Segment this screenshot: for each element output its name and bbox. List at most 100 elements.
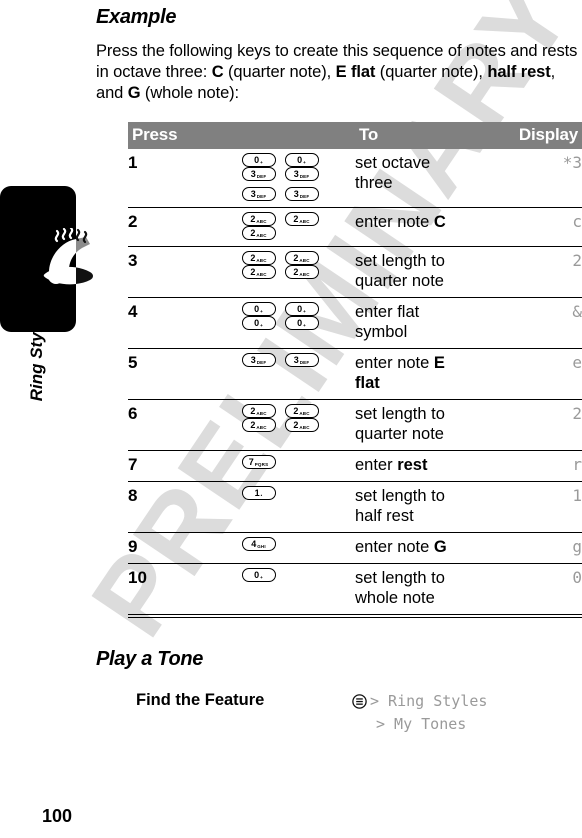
step-description: enter note C (355, 207, 469, 247)
key-sublabel: ABC (299, 258, 310, 263)
key-sublabel: ABC (299, 219, 310, 224)
key-sequence: 2ABC 2ABC2ABC (241, 207, 355, 247)
keypad-key-3-icon: 3DEF (284, 353, 319, 367)
step-description: set length to quarter note (355, 399, 469, 451)
key-sublabel: ABC (256, 272, 267, 277)
display-value: 2 (468, 399, 582, 451)
table-row: 2 2ABC 2ABC2ABC enter note Cc (128, 207, 582, 247)
key-sublabel: ABC (256, 425, 267, 430)
column-header-to: To (355, 122, 469, 149)
keypad-key-2-icon: 2ABC (241, 418, 276, 432)
key-digit: 0 (254, 155, 260, 165)
intro-emphasis: half rest (487, 63, 551, 81)
key-sublabel: DEF (256, 360, 267, 365)
step-number: 8 (128, 481, 242, 533)
table-row: 10 0+ set length to whole note 0 (128, 563, 582, 618)
key-sublabel: ABC (256, 219, 267, 224)
key-digit: 0 (297, 318, 303, 328)
intro-text: (whole note): (140, 84, 240, 102)
key-sequence: 3DEF 3DEF (241, 348, 355, 400)
step-description-text: set length to quarter note (355, 405, 445, 443)
step-description-text: set octave three (355, 154, 431, 192)
keypad-key-2-icon: 2ABC (284, 404, 319, 418)
key-digit: 2 (250, 406, 256, 416)
keypad-key-2-icon: 2ABC (284, 251, 319, 265)
step-description: enter note G (355, 532, 469, 564)
display-value: g (468, 532, 582, 564)
step-number: 5 (128, 348, 242, 400)
key-sublabel: + (303, 323, 306, 328)
key-digit: 0 (254, 570, 260, 580)
key-sublabel: + (260, 575, 263, 580)
key-sequence: 2ABC 2ABC2ABC 2ABC (241, 246, 355, 298)
key-row: 0+ 0+3DEF 3DEF (241, 153, 356, 181)
key-sequence: 4GHI (241, 532, 355, 564)
key-digit: 2 (250, 420, 256, 430)
key-digit: 2 (293, 420, 299, 430)
page-number: 100 (42, 806, 73, 826)
key-sublabel: ABC (256, 411, 267, 416)
key-sublabel: DEF (256, 174, 267, 179)
keypad-key-0-icon: 0+ (284, 316, 319, 330)
step-description-text: set length to half rest (355, 487, 445, 525)
key-sequence: 2ABC 2ABC2ABC 2ABC (241, 399, 355, 451)
key-digit: 0 (297, 155, 303, 165)
step-description-text: set length to whole note (355, 569, 445, 607)
key-sublabel: PQRS (254, 462, 269, 467)
display-value: c (468, 207, 582, 247)
table-header-row: Press To Display (128, 122, 582, 149)
key-sublabel: + (260, 309, 263, 314)
menu-circle-icon (352, 694, 367, 714)
intro-emphasis: G (127, 84, 141, 102)
key-sublabel: + (303, 309, 306, 314)
keypad-key-0-icon: 0+ (241, 153, 276, 167)
display-value: 1 (468, 481, 582, 533)
step-description-text: enter note (355, 538, 434, 556)
table-row: 5 3DEF 3DEF enter note E flat e (128, 348, 582, 400)
display-value: & (468, 297, 582, 349)
step-description-text: enter flat symbol (355, 303, 420, 341)
key-sublabel: + (260, 160, 263, 165)
step-description: set length to whole note (355, 563, 469, 618)
step-number: 10 (128, 563, 242, 618)
step-number: 3 (128, 246, 242, 298)
key-digit: 1 (254, 488, 260, 498)
keypad-key-3-icon: 3DEF (241, 187, 276, 201)
keypad-key-3-icon: 3DEF (284, 167, 319, 181)
keypad-key-3-icon: 3DEF (241, 353, 276, 367)
step-description-text: enter note (355, 354, 434, 372)
keypad-key-0-icon: 0+ (284, 153, 319, 167)
key-digit: 2 (250, 228, 256, 238)
key-digit: 2 (293, 214, 299, 224)
menu-path-line-1: > Ring Styles (352, 691, 487, 714)
chapter-label: Ring Styles (27, 308, 46, 402)
step-description: enter note E flat (355, 348, 469, 400)
display-value: 0 (468, 563, 582, 618)
key-sublabel: ABC (256, 258, 267, 263)
find-the-feature-label: Find the Feature (136, 691, 265, 709)
play-a-tone-heading: Play a Tone (96, 648, 204, 670)
find-the-feature-block: Find the Feature > Ring Styles > My Tone… (136, 691, 582, 734)
table-head: Press To Display (128, 122, 582, 149)
intro-text: (quarter note), (375, 63, 488, 81)
table-row: 1 0+ 0+3DEF 3DEF 3DEF 3DEF set octave three *3 (128, 149, 582, 208)
keypad-key-0-icon: 0+ (241, 316, 276, 330)
key-digit: 2 (293, 267, 299, 277)
key-sequence: 7PQRS (241, 450, 355, 482)
keypad-key-0-icon: 0+ (241, 568, 276, 582)
key-digit: 0 (297, 304, 303, 314)
key-sublabel: DEF (299, 360, 310, 365)
page-content: Example Press the following keys to crea… (96, 0, 582, 734)
step-description-emphasis: C (433, 213, 446, 231)
step-description-text: enter (355, 456, 398, 474)
menu-path-text-1: > Ring Styles (370, 692, 488, 710)
menu-path-line-2: > My Tones (376, 715, 467, 733)
intro-emphasis: C (211, 63, 224, 81)
keypad-key-2-icon: 2ABC (284, 265, 319, 279)
key-sublabel: + (303, 160, 306, 165)
key-digit: 2 (250, 214, 256, 224)
key-digit: 3 (250, 355, 256, 365)
key-sequence: 0+ 0+0+ 0+ (241, 297, 355, 349)
table-row: 3 2ABC 2ABC2ABC 2ABC set length to quarter n… (128, 246, 582, 298)
step-description-emphasis: rest (397, 456, 428, 474)
